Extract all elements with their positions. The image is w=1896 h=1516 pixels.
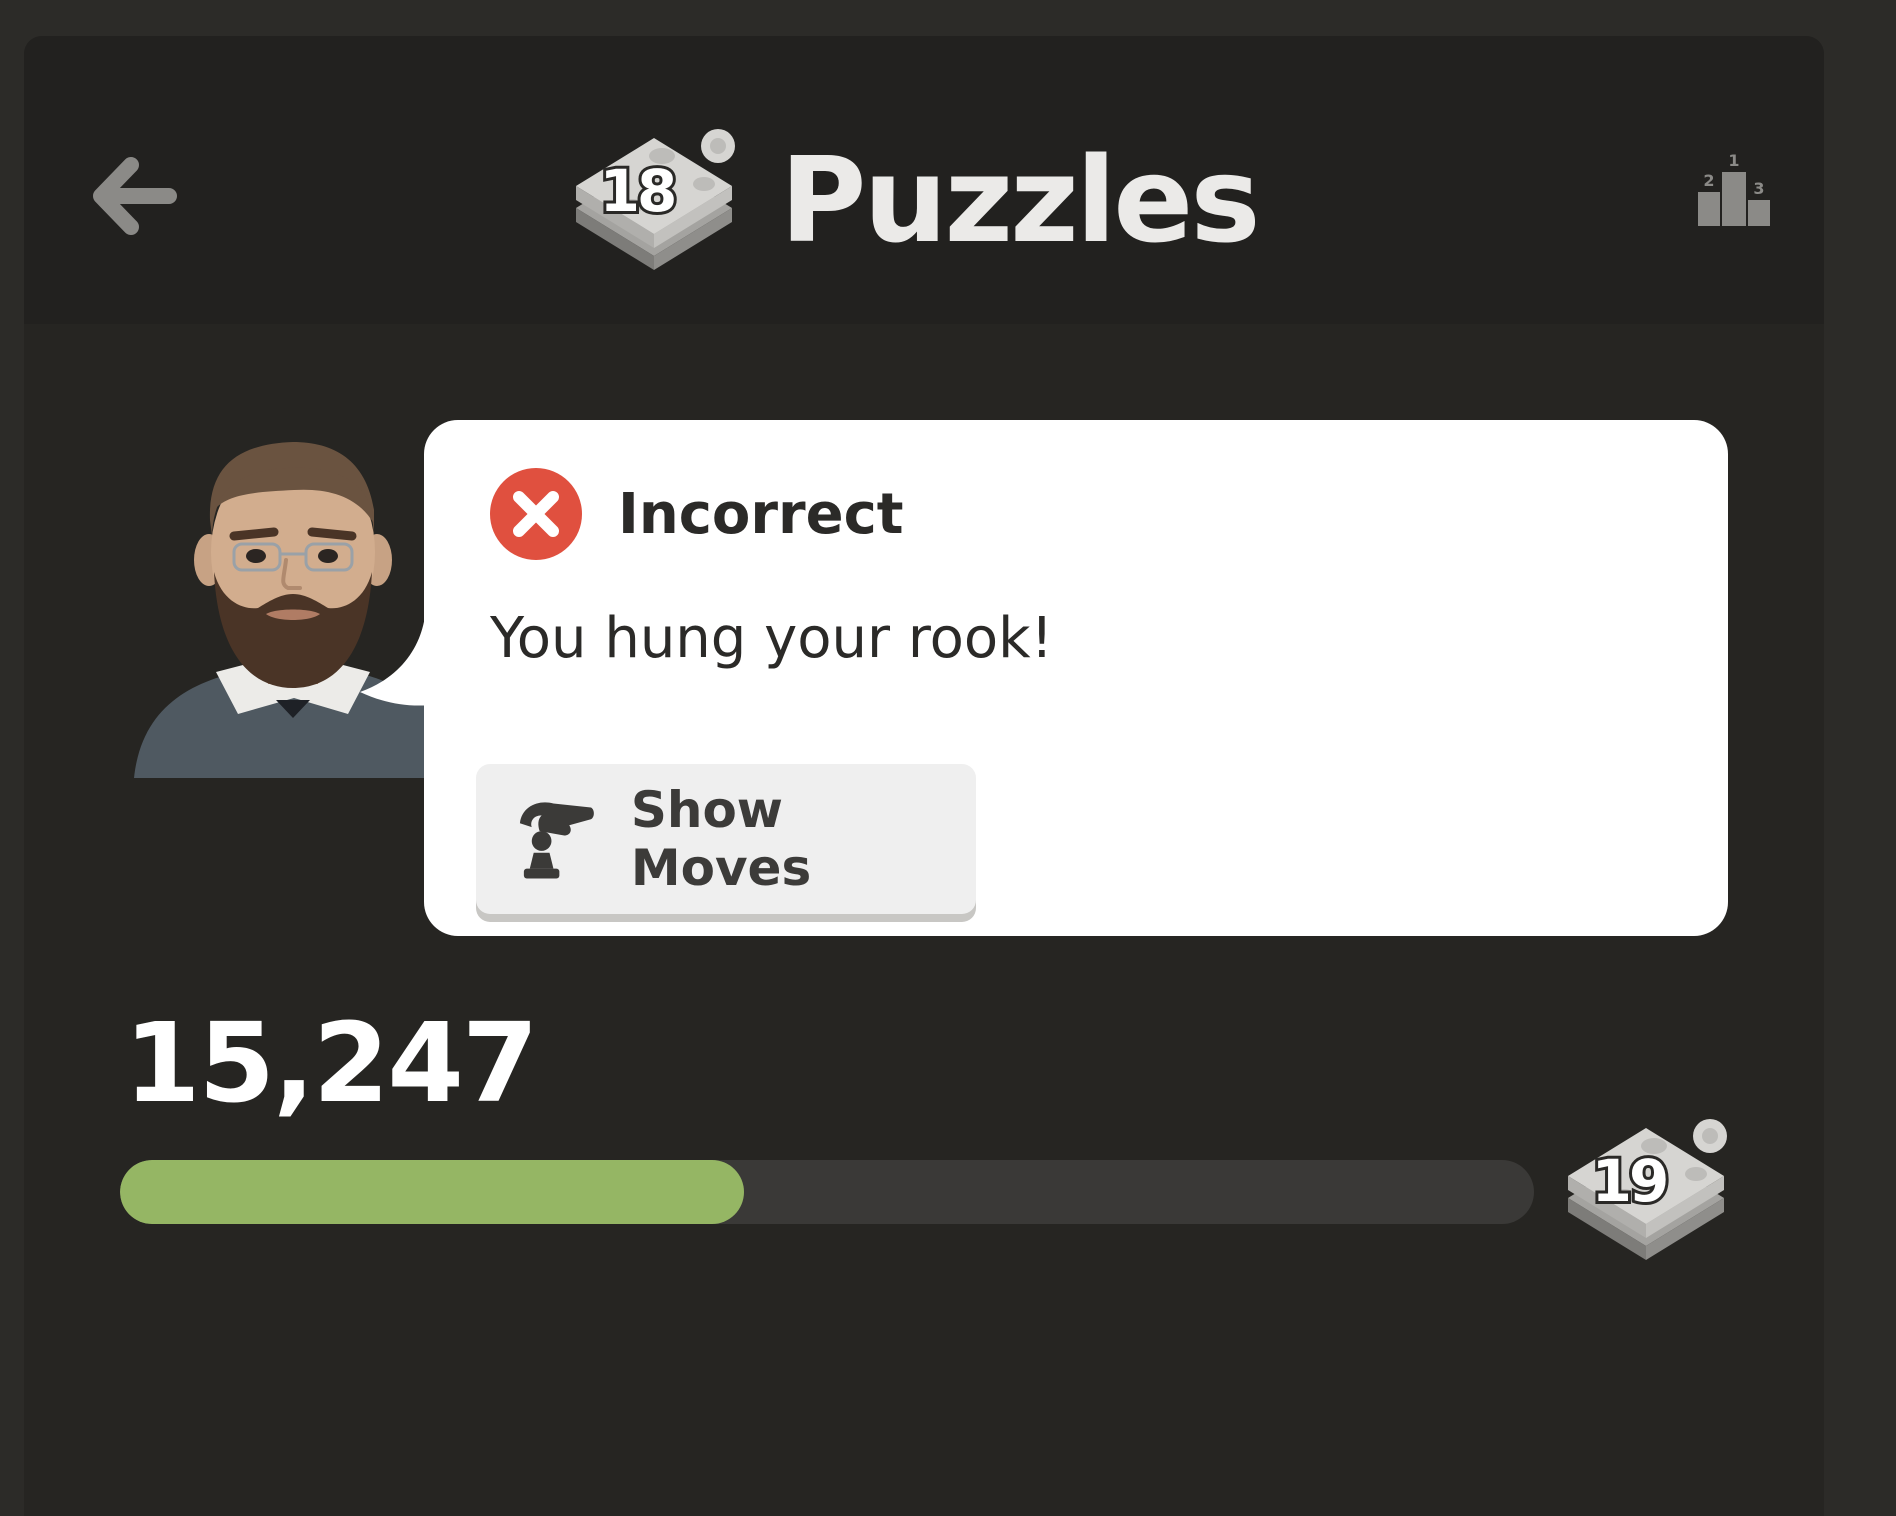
current-level-number: 18 <box>597 154 681 228</box>
svg-text:3: 3 <box>1753 179 1764 198</box>
puzzles-panel: 18 Puzzles 1 2 3 Incorrect You hung your… <box>24 36 1824 1516</box>
svg-text:1: 1 <box>1728 151 1739 170</box>
feedback-status-row: Incorrect <box>490 468 904 560</box>
arrow-left-icon <box>93 157 177 235</box>
feedback-bubble: Incorrect You hung your rook! Show Moves <box>424 420 1728 936</box>
x-circle-icon <box>490 468 582 560</box>
next-level-number: 19 <box>1589 1144 1673 1218</box>
svg-text:2: 2 <box>1703 171 1714 190</box>
header-bar: 18 Puzzles 1 2 3 <box>24 36 1824 324</box>
feedback-message: You hung your rook! <box>490 606 1054 671</box>
coach-avatar <box>134 442 458 778</box>
level-progress-bar <box>120 1160 1534 1224</box>
next-level-badge: 19 <box>1564 1110 1734 1270</box>
level-badge: 18 <box>572 120 742 280</box>
show-moves-button[interactable]: Show Moves <box>476 764 976 914</box>
podium-icon: 1 2 3 <box>1698 151 1770 226</box>
leaderboard-button[interactable]: 1 2 3 <box>1684 144 1794 254</box>
show-moves-label: Show Moves <box>630 781 812 897</box>
page-title: Puzzles <box>780 131 1261 269</box>
hint-hand-pawn-icon <box>519 802 594 879</box>
title-group: 18 Puzzles <box>572 100 1261 300</box>
back-button[interactable] <box>76 136 196 256</box>
puzzle-score: 15,247 <box>124 999 538 1127</box>
level-progress-fill <box>120 1160 744 1224</box>
feedback-status: Incorrect <box>618 481 904 547</box>
